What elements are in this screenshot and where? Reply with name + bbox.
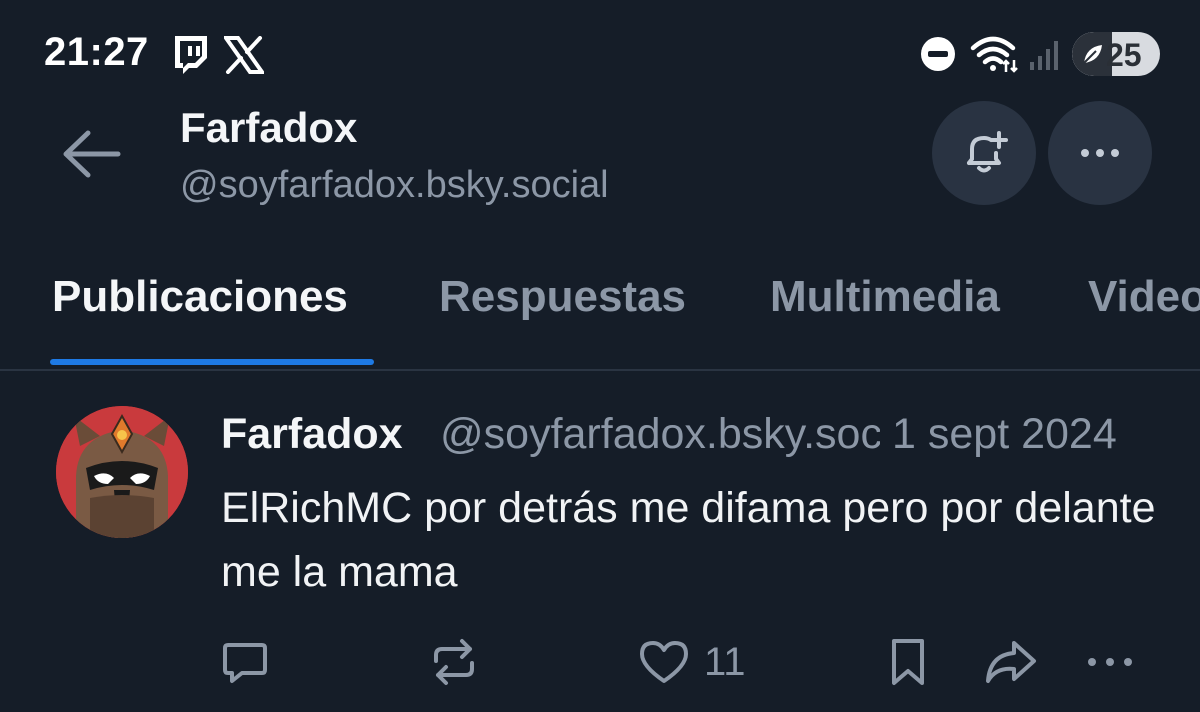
wifi-icon [970,34,1020,79]
post-date[interactable]: 1 sept 2024 [892,410,1117,459]
heart-icon [640,641,688,683]
battery-level: 25 [1106,37,1142,73]
profile-title: Farfadox [180,104,358,151]
share-button[interactable] [984,630,1038,694]
tab-videos[interactable]: Videos [1088,272,1200,322]
tab-multimedia[interactable]: Multimedia [770,272,1000,322]
back-button[interactable] [56,118,128,190]
x-logo-icon [222,36,266,79]
more-horizontal-icon [1081,149,1119,157]
post-more-button[interactable] [1086,630,1134,694]
profile-handle: @soyfarfadox.bsky.social [180,164,609,206]
tab-publicaciones[interactable]: Publicaciones [52,272,348,322]
bookmark-button[interactable] [886,630,930,694]
like-count: 11 [704,639,746,684]
reply-icon [223,643,267,683]
knight-helmet-avatar-icon [56,406,188,538]
bookmark-icon [892,639,924,685]
battery-icon: 25 [1072,32,1160,76]
post-author-name[interactable]: Farfadox [221,410,403,459]
post-author-handle[interactable]: @soyfarfadox.bsky.social [440,410,880,459]
repost-button[interactable] [428,630,480,694]
tab-respuestas[interactable]: Respuestas [439,272,686,322]
status-bar: 21:27 25 [0,0,1200,110]
subscribe-notifications-button[interactable] [932,101,1036,205]
share-icon [986,641,1036,683]
profile-screen: 21:27 25 Farfadox @soyfarfadox.bsky.soci… [0,0,1200,712]
status-time: 21:27 [44,30,149,74]
active-tab-indicator [50,359,374,365]
arrow-left-icon [63,130,121,178]
do-not-disturb-icon [920,36,956,77]
post-actions: 11 [0,620,1200,700]
like-button[interactable]: 11 [638,630,746,694]
repost-icon [434,639,474,685]
bell-plus-icon [967,131,1008,173]
tabs-divider [0,369,1200,371]
more-horizontal-icon [1088,658,1132,666]
post-text: ElRichMC por detrás me difama pero por d… [221,484,1156,596]
more-options-button[interactable] [1048,101,1152,205]
profile-tabs: Publicaciones Respuestas Multimedia Vide… [0,262,1200,368]
reply-button[interactable] [220,630,270,694]
post-avatar[interactable] [56,406,188,538]
signal-icon [1028,38,1062,77]
twitch-icon [170,34,210,81]
